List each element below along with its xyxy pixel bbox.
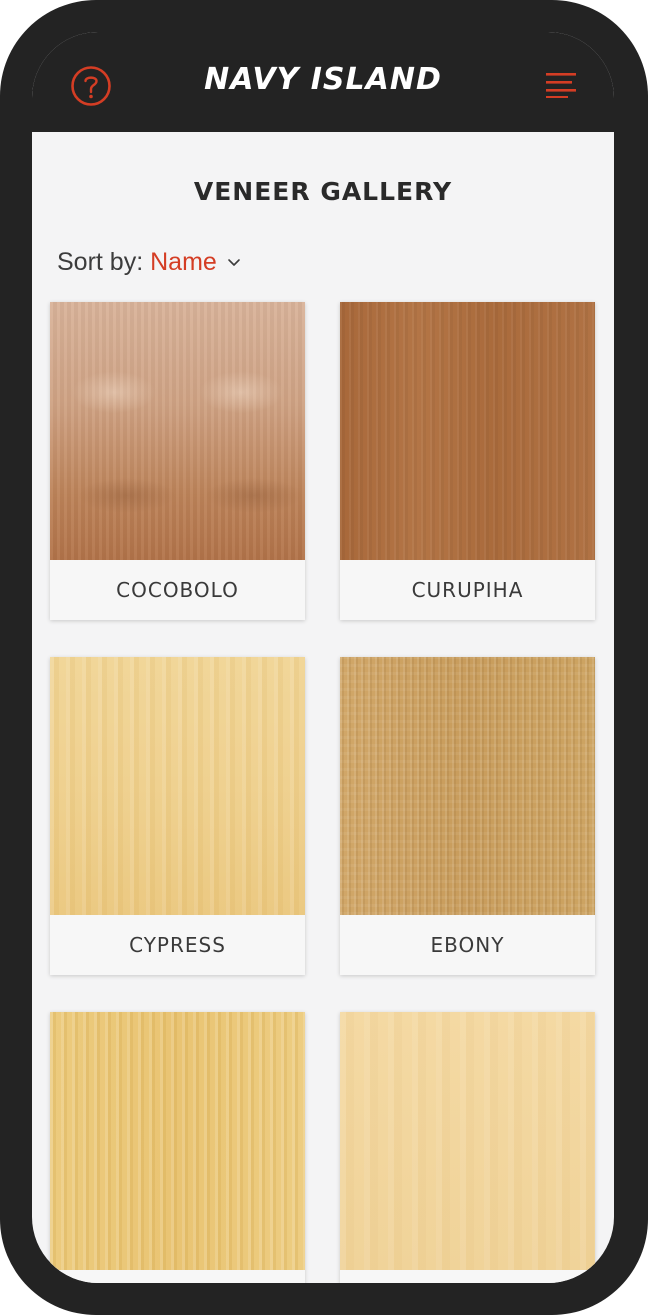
hamburger-menu-icon [546, 73, 576, 98]
veneer-card-curupiha[interactable]: CURUPIHA [340, 302, 595, 620]
chevron-down-icon[interactable] [226, 258, 242, 268]
veneer-card[interactable] [340, 1012, 595, 1283]
veneer-swatch-image[interactable] [340, 1012, 595, 1270]
veneer-card-label[interactable] [50, 1270, 305, 1283]
veneer-swatch-image[interactable] [50, 1012, 305, 1270]
veneer-card-label[interactable]: CURUPIHA [340, 560, 595, 620]
veneer-swatch-image[interactable] [50, 657, 305, 915]
veneer-swatch-image[interactable] [50, 302, 305, 560]
veneer-card-ebony[interactable]: EBONY [340, 657, 595, 975]
veneer-swatch-image[interactable] [340, 657, 595, 915]
veneer-swatch-image[interactable] [340, 302, 595, 560]
page-title: VENEER GALLERY [193, 177, 453, 206]
veneer-card-label[interactable]: CYPRESS [50, 915, 305, 975]
menu-button[interactable] [544, 70, 578, 98]
veneer-card-cocobolo[interactable]: COCOBOLO [50, 302, 305, 620]
veneer-card-label[interactable]: COCOBOLO [50, 560, 305, 620]
sort-value[interactable]: Name [150, 248, 217, 276]
veneer-card-label[interactable] [340, 1270, 595, 1283]
veneer-card-cypress[interactable]: CYPRESS [50, 657, 305, 975]
screen: NAVY ISLAND VENEER GALLERY Sort by: Name… [32, 32, 614, 1283]
sort-label: Sort by: [57, 248, 144, 276]
veneer-card-label[interactable]: EBONY [340, 915, 595, 975]
sort-control[interactable]: Sort by: Name [57, 248, 242, 277]
veneer-card[interactable] [50, 1012, 305, 1283]
top-nav: NAVY ISLAND [32, 32, 614, 132]
brand-logo[interactable]: NAVY ISLAND [32, 62, 614, 97]
phone-frame: NAVY ISLAND VENEER GALLERY Sort by: Name… [0, 0, 648, 1315]
